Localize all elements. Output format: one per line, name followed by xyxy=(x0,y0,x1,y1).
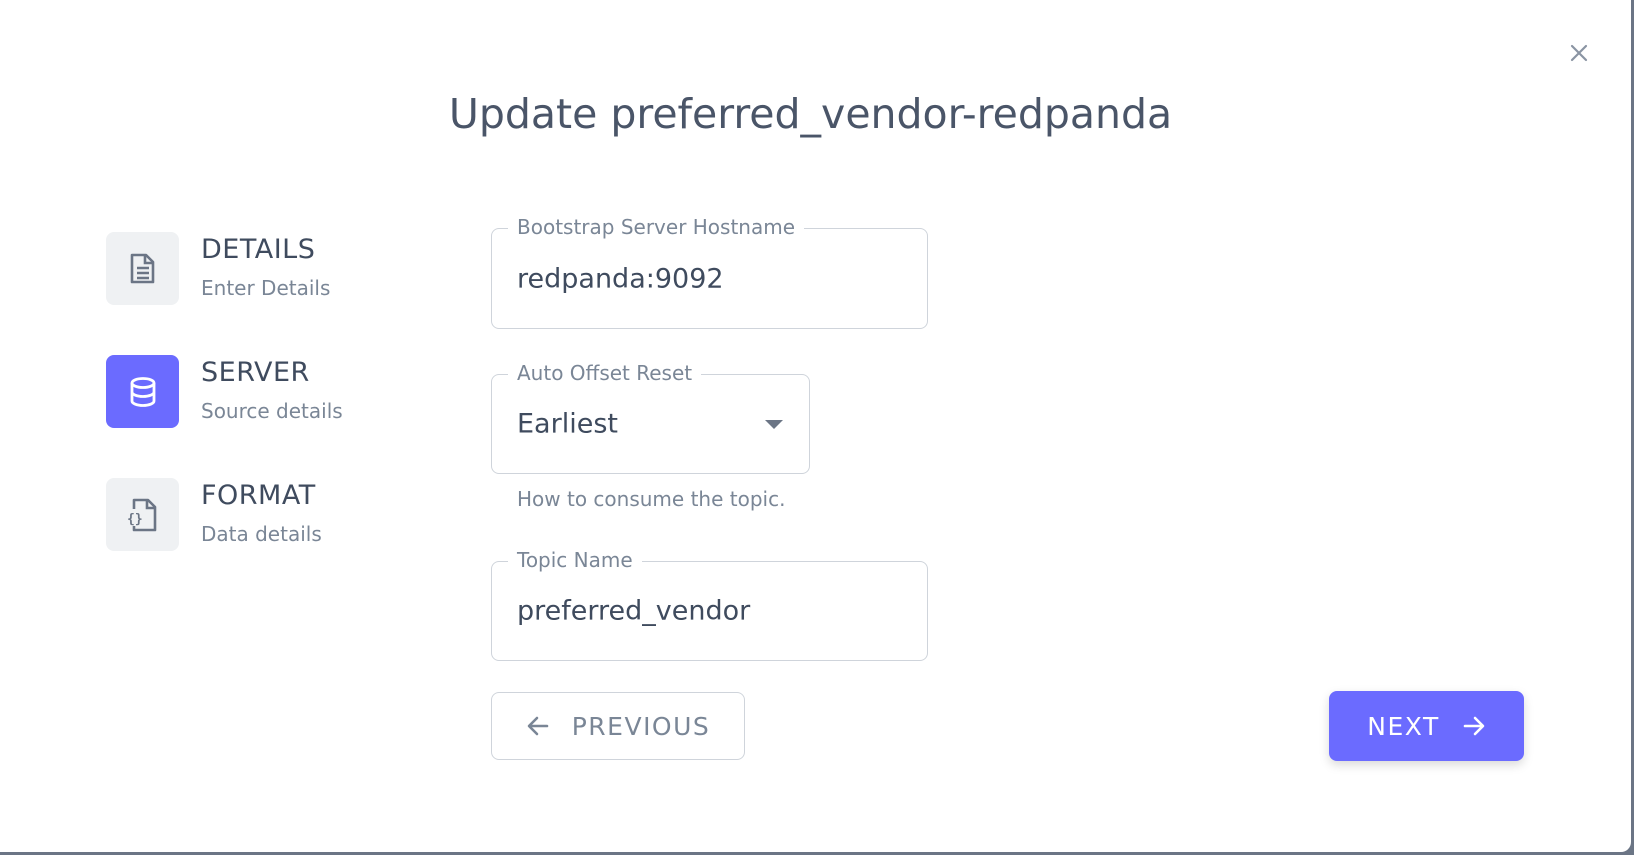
offset-helper-text: How to consume the topic. xyxy=(517,487,786,511)
next-button[interactable]: NEXT xyxy=(1329,691,1524,761)
step-icon-box: {} xyxy=(106,478,179,551)
step-title: DETAILS xyxy=(201,234,316,265)
dialog-title: Update preferred_vendor-redpanda xyxy=(448,90,1173,138)
step-title: SERVER xyxy=(201,357,310,388)
previous-label: PREVIOUS xyxy=(571,711,711,741)
field-value: Earliest xyxy=(517,408,618,440)
step-icon-box xyxy=(106,232,179,305)
close-icon xyxy=(1570,44,1588,62)
step-subtitle: Enter Details xyxy=(201,276,331,300)
topic-name-input[interactable]: Topic Name preferred_vendor xyxy=(491,548,928,661)
close-button[interactable] xyxy=(1566,40,1592,66)
field-label: Bootstrap Server Hostname xyxy=(508,215,805,239)
step-icon-box xyxy=(106,355,179,428)
arrow-right-icon xyxy=(1463,716,1485,736)
step-subtitle: Data details xyxy=(201,522,322,546)
field-value: redpanda:9092 xyxy=(517,263,724,294)
previous-button[interactable]: PREVIOUS xyxy=(491,692,745,760)
auto-offset-reset-select[interactable]: Auto Offset Reset Earliest xyxy=(491,361,810,474)
next-label: NEXT xyxy=(1367,711,1440,741)
field-label: Auto Offset Reset xyxy=(508,361,702,385)
chevron-down-icon xyxy=(765,420,783,429)
step-title: FORMAT xyxy=(201,480,316,511)
arrow-left-icon xyxy=(527,716,549,736)
step-subtitle: Source details xyxy=(201,399,343,423)
bootstrap-server-input[interactable]: Bootstrap Server Hostname redpanda:9092 xyxy=(491,215,928,329)
database-icon xyxy=(130,376,155,407)
field-value: preferred_vendor xyxy=(517,595,751,627)
document-icon xyxy=(130,253,154,283)
field-label: Topic Name xyxy=(508,548,642,572)
update-source-dialog: Update preferred_vendor-redpanda DETAILS… xyxy=(0,0,1631,852)
svg-text:{}: {} xyxy=(127,512,143,527)
code-file-icon: {} xyxy=(127,498,156,531)
